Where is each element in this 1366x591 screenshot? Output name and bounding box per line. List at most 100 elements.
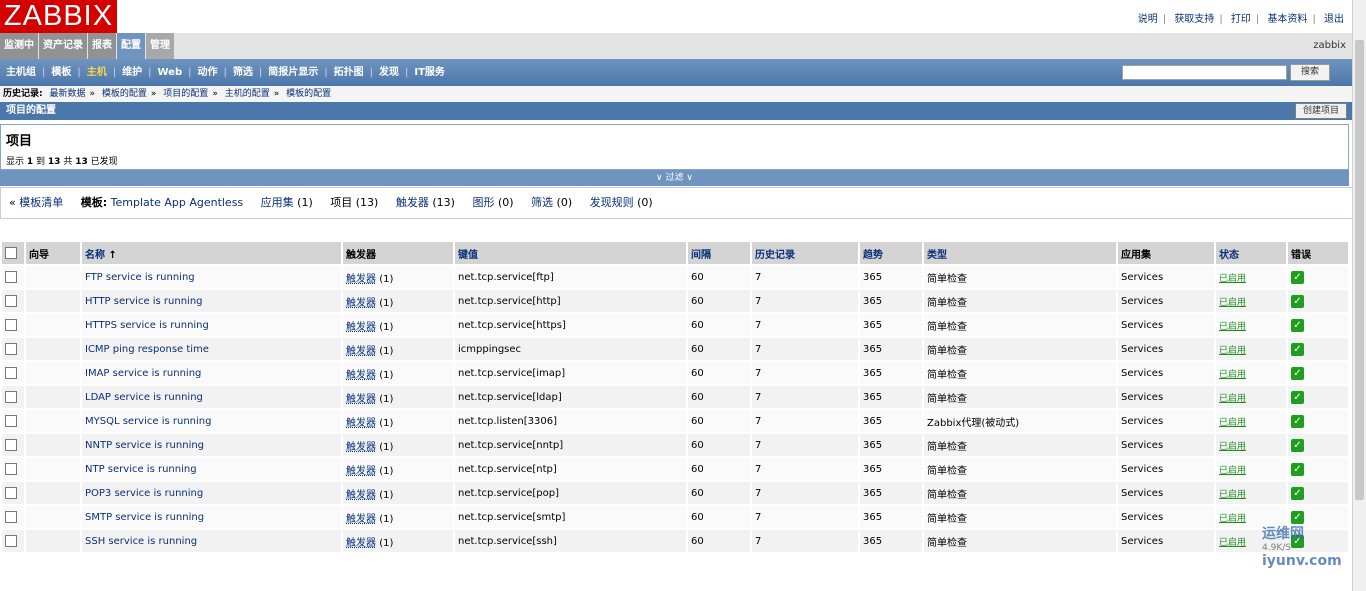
col-name[interactable]: 名称 ↑ [82,242,341,264]
item-name-link[interactable]: HTTP service is running [85,296,203,307]
status-cell[interactable]: 已启用 [1216,386,1286,408]
row-checkbox[interactable] [2,314,24,336]
row-checkbox[interactable] [2,434,24,456]
status-toggle[interactable]: 已启用 [1219,322,1246,332]
history-link[interactable]: 主机的配置 [225,89,270,99]
triggers-link[interactable]: 触发器 [346,298,376,309]
status-cell[interactable]: 已启用 [1216,434,1286,456]
row-checkbox[interactable] [2,458,24,480]
search-input[interactable] [1122,65,1287,80]
item-name-cell[interactable]: HTTP service is running [82,290,341,312]
item-name-cell[interactable]: MYSQL service is running [82,410,341,432]
col-interval[interactable]: 间隔 [688,242,750,264]
create-item-button[interactable]: 创建项目 [1294,103,1347,119]
item-name-cell[interactable]: POP3 service is running [82,482,341,504]
status-toggle[interactable]: 已启用 [1219,346,1246,356]
menu-administration[interactable]: 管理 [146,33,174,59]
item-name-cell[interactable]: HTTPS service is running [82,314,341,336]
status-cell[interactable]: 已启用 [1216,482,1286,504]
item-name-cell[interactable]: FTP service is running [82,266,341,288]
item-name-cell[interactable]: ICMP ping response time [82,338,341,360]
col-type[interactable]: 类型 [924,242,1116,264]
row-checkbox[interactable] [2,506,24,528]
triggers-link[interactable]: 触发器 [346,538,376,549]
status-cell[interactable]: 已启用 [1216,314,1286,336]
item-name-link[interactable]: IMAP service is running [85,368,201,379]
status-cell[interactable]: 已启用 [1216,458,1286,480]
row-checkbox[interactable] [2,482,24,504]
row-checkbox[interactable] [2,362,24,384]
item-name-cell[interactable]: LDAP service is running [82,386,341,408]
history-link[interactable]: 模板的配置 [102,89,147,99]
submenu-templates[interactable]: 模板 [45,59,77,86]
item-name-link[interactable]: HTTPS service is running [85,320,209,331]
select-all-checkbox[interactable] [2,242,24,264]
status-toggle[interactable]: 已启用 [1219,298,1246,308]
status-cell[interactable]: 已启用 [1216,410,1286,432]
submenu-actions[interactable]: 动作 [192,59,224,86]
submenu-maps[interactable]: 拓扑图 [328,59,370,86]
status-toggle[interactable]: 已启用 [1219,466,1246,476]
status-cell[interactable]: 已启用 [1216,338,1286,360]
submenu-filters[interactable]: 筛选 [227,59,259,86]
status-cell[interactable]: 已启用 [1216,266,1286,288]
template-name-link[interactable]: Template App Agentless [111,196,244,209]
triggers-link[interactable]: 触发器 [346,442,376,453]
menu-inventory[interactable]: 资产记录 [39,33,87,59]
triggers-link[interactable]: 触发器 [346,466,376,477]
status-toggle[interactable]: 已启用 [1219,394,1246,404]
status-toggle[interactable]: 已启用 [1219,418,1246,428]
screens-link[interactable]: 筛选 [531,196,553,209]
item-name-link[interactable]: MYSQL service is running [85,416,211,427]
item-name-cell[interactable]: NTP service is running [82,458,341,480]
triggers-link[interactable]: 触发器 [346,346,376,357]
help-link[interactable]: 说明 [1138,14,1158,25]
submenu-hostgroups[interactable]: 主机组 [0,59,42,86]
status-toggle[interactable]: 已启用 [1219,274,1246,284]
item-name-cell[interactable]: NNTP service is running [82,434,341,456]
row-checkbox[interactable] [2,338,24,360]
zabbix-logo[interactable]: ZABBIX [0,0,117,33]
item-name-link[interactable]: FTP service is running [85,272,195,283]
status-cell[interactable]: 已启用 [1216,362,1286,384]
row-checkbox[interactable] [2,410,24,432]
history-link[interactable]: 模板的配置 [286,89,331,99]
triggers-link[interactable]: 触发器 [346,274,376,285]
menu-monitoring[interactable]: 监测中 [0,33,38,59]
triggers-link[interactable]: 触发器 [396,196,429,209]
item-name-link[interactable]: ICMP ping response time [85,344,209,355]
item-name-link[interactable]: NTP service is running [85,464,197,475]
item-name-cell[interactable]: SMTP service is running [82,506,341,528]
logout-link[interactable]: 退出 [1324,14,1344,25]
triggers-link[interactable]: 触发器 [346,490,376,501]
row-checkbox[interactable] [2,530,24,552]
item-name-link[interactable]: LDAP service is running [85,392,203,403]
history-link[interactable]: 项目的配置 [163,89,208,99]
col-key[interactable]: 键值 [455,242,686,264]
triggers-link[interactable]: 触发器 [346,322,376,333]
filter-toggle[interactable]: ∨ 过滤 ∨ [0,170,1349,186]
triggers-link[interactable]: 触发器 [346,514,376,525]
triggers-link[interactable]: 触发器 [346,418,376,429]
submenu-web[interactable]: Web [152,59,189,86]
col-trends[interactable]: 趋势 [860,242,922,264]
submenu-discovery[interactable]: 发现 [373,59,405,86]
status-cell[interactable]: 已启用 [1216,290,1286,312]
discovery-link[interactable]: 发现规则 [590,196,634,209]
status-toggle[interactable]: 已启用 [1219,370,1246,380]
applications-link[interactable]: 应用集 [261,196,294,209]
row-checkbox[interactable] [2,386,24,408]
item-name-link[interactable]: NNTP service is running [85,440,204,451]
menu-configuration[interactable]: 配置 [117,33,145,59]
col-status[interactable]: 状态 [1216,242,1286,264]
menu-reports[interactable]: 报表 [88,33,116,59]
template-list-link[interactable]: 模板清单 [19,196,63,209]
status-toggle[interactable]: 已启用 [1219,538,1246,548]
item-name-link[interactable]: SSH service is running [85,536,197,547]
item-name-cell[interactable]: SSH service is running [82,530,341,552]
status-toggle[interactable]: 已启用 [1219,442,1246,452]
item-name-link[interactable]: POP3 service is running [85,488,203,499]
graphs-link[interactable]: 图形 [472,196,494,209]
item-name-cell[interactable]: IMAP service is running [82,362,341,384]
submenu-itservices[interactable]: IT服务 [408,59,451,86]
